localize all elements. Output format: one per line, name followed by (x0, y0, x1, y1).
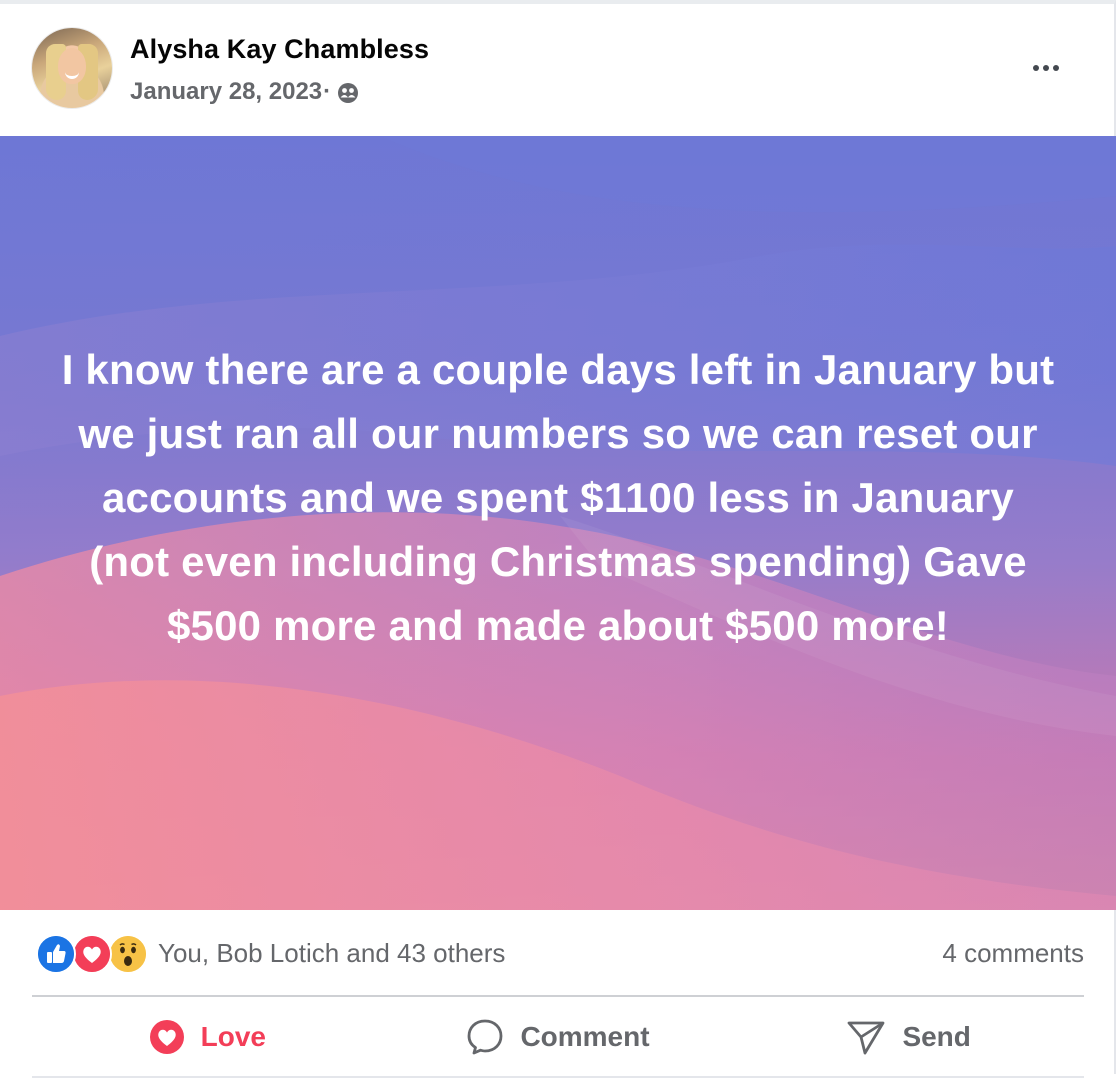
send-button[interactable]: Send (733, 1000, 1084, 1074)
friends-icon[interactable] (337, 82, 359, 104)
love-button-label: Love (200, 1021, 267, 1052)
comment-button-label: Comment (520, 1021, 650, 1052)
more-horizontal-icon (1033, 65, 1039, 71)
reactions-bar: You, Bob Lotich and 43 others 4 comments (32, 924, 1084, 984)
author-name[interactable]: Alysha Kay Chambless (130, 34, 429, 65)
more-options-button[interactable] (1028, 54, 1064, 82)
divider (32, 995, 1084, 997)
love-button[interactable]: Love (32, 1000, 383, 1074)
comment-bubble-icon (468, 1019, 503, 1055)
like-icon (36, 934, 76, 974)
reaction-summary[interactable]: You, Bob Lotich and 43 others (158, 938, 505, 969)
post-text: I know there are a couple days left in J… (61, 346, 1055, 649)
avatar[interactable] (32, 28, 112, 108)
comments-count[interactable]: 4 comments (942, 938, 1084, 969)
post-background: I know there are a couple days left in J… (0, 136, 1116, 910)
send-icon (848, 1021, 885, 1055)
action-bar: Love Comment Send (32, 1000, 1084, 1074)
more-horizontal-icon (1053, 65, 1059, 71)
send-button-label: Send (902, 1021, 971, 1052)
heart-icon (149, 1020, 184, 1054)
post-meta: January 28, 2023 · (130, 78, 359, 106)
reaction-icons[interactable] (36, 934, 156, 974)
post-card: Alysha Kay Chambless January 28, 2023 · (0, 0, 1116, 1078)
post-date[interactable]: January 28, 2023 (130, 78, 322, 106)
comment-button[interactable]: Comment (383, 1000, 734, 1074)
more-horizontal-icon (1043, 65, 1049, 71)
wow-icon (108, 934, 148, 974)
post-header: Alysha Kay Chambless January 28, 2023 · (0, 4, 1116, 132)
meta-separator: · (323, 78, 332, 105)
love-icon (72, 934, 112, 974)
